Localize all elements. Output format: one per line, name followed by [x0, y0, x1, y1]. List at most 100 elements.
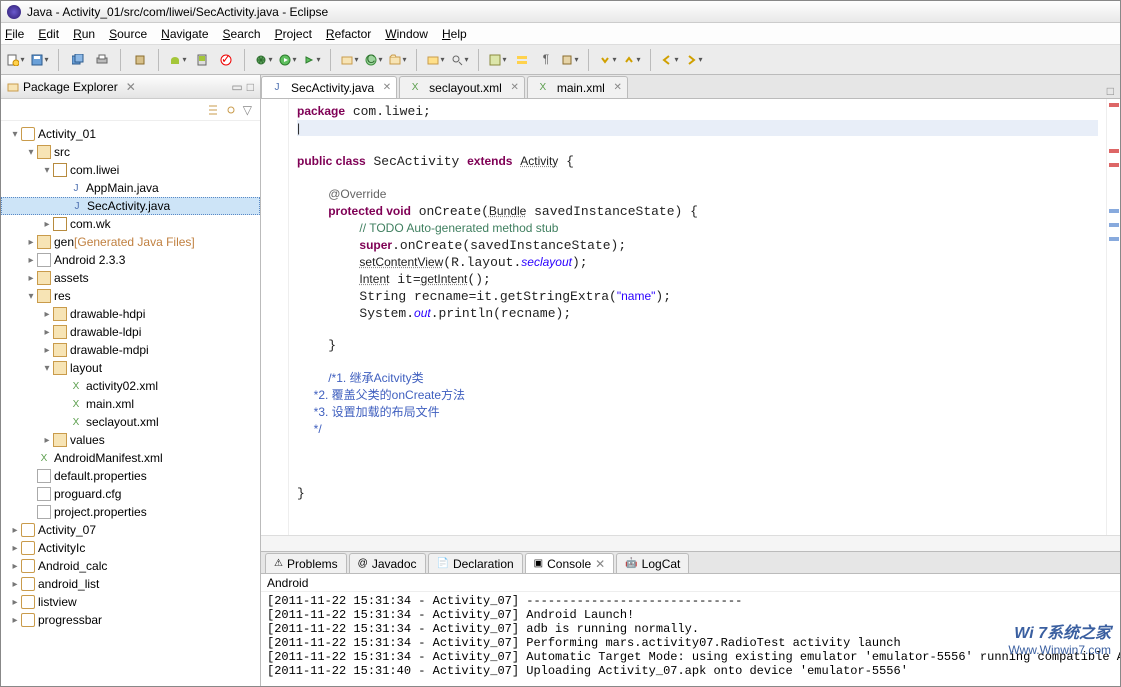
- twisty-icon[interactable]: ▾: [41, 165, 53, 176]
- menu-navigate[interactable]: Navigate: [161, 27, 208, 41]
- close-tab-icon[interactable]: ✕: [595, 557, 605, 571]
- maximize-view-icon[interactable]: □: [247, 80, 254, 94]
- tree-item[interactable]: ▸Android 2.3.3: [1, 251, 260, 269]
- debug-button[interactable]: [255, 51, 273, 69]
- bottom-tab-problems[interactable]: ⚠Problems: [265, 553, 347, 573]
- tree-item[interactable]: XAndroidManifest.xml: [1, 449, 260, 467]
- twisty-icon[interactable]: ▸: [9, 579, 21, 590]
- menu-edit[interactable]: Edit: [38, 27, 59, 41]
- tree-item[interactable]: ▾layout: [1, 359, 260, 377]
- tree-item[interactable]: ▸gen [Generated Java Files]: [1, 233, 260, 251]
- view-menu-icon[interactable]: ▽: [243, 103, 252, 117]
- menu-project[interactable]: Project: [275, 27, 312, 41]
- editor-tab[interactable]: JSecActivity.java✕: [261, 76, 397, 98]
- twisty-icon[interactable]: ▸: [25, 255, 37, 266]
- package-explorer-tree[interactable]: ▾Activity_01▾src▾com.liweiJAppMain.javaJ…: [1, 121, 260, 686]
- close-tab-icon[interactable]: ✕: [613, 82, 621, 93]
- twisty-icon[interactable]: ▸: [9, 597, 21, 608]
- tree-item[interactable]: Xseclayout.xml: [1, 413, 260, 431]
- menu-window[interactable]: Window: [385, 27, 428, 41]
- tree-item[interactable]: JAppMain.java: [1, 179, 260, 197]
- twisty-icon[interactable]: ▸: [25, 237, 37, 248]
- tree-item[interactable]: ▸Activity_07: [1, 521, 260, 539]
- bottom-tab-javadoc[interactable]: @Javadoc: [349, 553, 426, 573]
- next-annotation-button[interactable]: [599, 51, 617, 69]
- tree-item[interactable]: ▸values: [1, 431, 260, 449]
- save-all-button[interactable]: [69, 51, 87, 69]
- new-folder-button[interactable]: [389, 51, 407, 69]
- close-view-icon[interactable]: ✕: [126, 80, 136, 94]
- maximize-editor-icon[interactable]: □: [1101, 84, 1120, 98]
- tree-item[interactable]: ▸progressbar: [1, 611, 260, 629]
- tree-item[interactable]: ▾com.liwei: [1, 161, 260, 179]
- mark-occurrences-button[interactable]: [513, 51, 531, 69]
- new-button[interactable]: [7, 51, 25, 69]
- editor-horizontal-scrollbar[interactable]: [261, 535, 1120, 551]
- menu-source[interactable]: Source: [109, 27, 147, 41]
- tree-item[interactable]: proguard.cfg: [1, 485, 260, 503]
- twisty-icon[interactable]: ▸: [41, 435, 53, 446]
- twisty-icon[interactable]: ▸: [9, 525, 21, 536]
- twisty-icon[interactable]: ▸: [41, 309, 53, 320]
- bottom-tab-declaration[interactable]: 📄Declaration: [428, 553, 523, 573]
- save-button[interactable]: [31, 51, 49, 69]
- new-package-button[interactable]: [341, 51, 359, 69]
- tree-item[interactable]: Xactivity02.xml: [1, 377, 260, 395]
- tree-item[interactable]: ▸com.wk: [1, 215, 260, 233]
- twisty-icon[interactable]: ▸: [41, 327, 53, 338]
- twisty-icon[interactable]: ▾: [41, 363, 53, 374]
- close-tab-icon[interactable]: ✕: [510, 82, 518, 93]
- link-editor-icon[interactable]: [225, 104, 237, 116]
- twisty-icon[interactable]: ▸: [9, 543, 21, 554]
- twisty-icon[interactable]: ▸: [41, 219, 53, 230]
- menu-file[interactable]: File: [5, 27, 24, 41]
- twisty-icon[interactable]: ▾: [25, 291, 37, 302]
- tree-item[interactable]: ▾Activity_01: [1, 125, 260, 143]
- twisty-icon[interactable]: ▸: [25, 273, 37, 284]
- print-button[interactable]: [93, 51, 111, 69]
- bottom-tab-console[interactable]: ▣Console ✕: [525, 553, 615, 573]
- twisty-icon[interactable]: ▾: [25, 147, 37, 158]
- editor-tab[interactable]: Xmain.xml✕: [527, 76, 628, 98]
- twisty-icon[interactable]: ▸: [9, 561, 21, 572]
- tree-item[interactable]: ▸Android_calc: [1, 557, 260, 575]
- prev-annotation-button[interactable]: [623, 51, 641, 69]
- tree-item[interactable]: ▸android_list: [1, 575, 260, 593]
- tree-item[interactable]: ▾res: [1, 287, 260, 305]
- show-whitespace-button[interactable]: ¶: [537, 51, 555, 69]
- tree-item[interactable]: project.properties: [1, 503, 260, 521]
- menu-search[interactable]: Search: [223, 27, 261, 41]
- toggle-breadcrumb-button[interactable]: [489, 51, 507, 69]
- lint-button[interactable]: ✓: [217, 51, 235, 69]
- close-tab-icon[interactable]: ✕: [383, 82, 391, 93]
- collapse-all-icon[interactable]: [207, 104, 219, 116]
- minimize-view-icon[interactable]: ▭: [231, 80, 242, 94]
- tree-item[interactable]: JSecActivity.java: [1, 197, 260, 215]
- run-last-button[interactable]: [303, 51, 321, 69]
- search-button[interactable]: [451, 51, 469, 69]
- overview-ruler[interactable]: [1106, 99, 1120, 535]
- tree-item[interactable]: ▸listview: [1, 593, 260, 611]
- console-output[interactable]: [2011-11-22 15:31:34 - Activity_07] ----…: [261, 592, 1120, 686]
- tree-item[interactable]: ▾src: [1, 143, 260, 161]
- back-button[interactable]: [661, 51, 679, 69]
- avd-button[interactable]: [193, 51, 211, 69]
- annotation-button[interactable]: [561, 51, 579, 69]
- tree-item[interactable]: ▸drawable-hdpi: [1, 305, 260, 323]
- menu-run[interactable]: Run: [73, 27, 95, 41]
- android-sdk-button[interactable]: [169, 51, 187, 69]
- twisty-icon[interactable]: ▾: [9, 129, 21, 140]
- tree-item[interactable]: ▸assets: [1, 269, 260, 287]
- editor-tab[interactable]: Xseclayout.xml✕: [399, 76, 525, 98]
- bottom-tab-logcat[interactable]: 🤖LogCat: [616, 553, 689, 573]
- tree-item[interactable]: ▸ActivityIc: [1, 539, 260, 557]
- menu-refactor[interactable]: Refactor: [326, 27, 371, 41]
- open-type-button[interactable]: [427, 51, 445, 69]
- editor-gutter[interactable]: [261, 99, 289, 535]
- tree-item[interactable]: default.properties: [1, 467, 260, 485]
- run-button[interactable]: [279, 51, 297, 69]
- menu-help[interactable]: Help: [442, 27, 467, 41]
- tree-item[interactable]: ▸drawable-mdpi: [1, 341, 260, 359]
- twisty-icon[interactable]: ▸: [9, 615, 21, 626]
- new-class-button[interactable]: C: [365, 51, 383, 69]
